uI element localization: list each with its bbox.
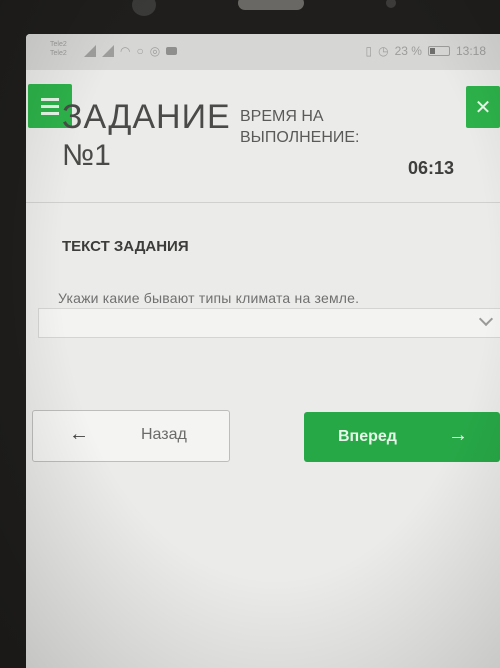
close-button[interactable]: ✕ bbox=[466, 86, 500, 128]
vibrate-icon: ▯ bbox=[365, 44, 373, 58]
arrow-left-icon: ← bbox=[69, 423, 89, 445]
alarm-icon: ◷ bbox=[378, 44, 389, 58]
header-divider bbox=[26, 202, 500, 203]
arrow-right-icon: → bbox=[448, 424, 468, 446]
battery-percent: 23 % bbox=[394, 44, 422, 58]
back-button[interactable]: ← Назад bbox=[32, 410, 230, 462]
whatsapp-icon: ◎ bbox=[149, 44, 161, 58]
close-icon: ✕ bbox=[474, 96, 492, 119]
status-icons-left: ◠ ○ ◎ bbox=[84, 44, 178, 58]
menu-icon bbox=[41, 97, 59, 101]
wifi-icon: ◠ bbox=[120, 44, 131, 58]
answer-select[interactable] bbox=[38, 308, 500, 338]
signal-icon bbox=[84, 45, 96, 57]
status-bar: Tele2 Tele2 ◠ ○ ◎ ▯ ◷ 23 % 13:18 bbox=[26, 34, 500, 70]
search-icon: ○ bbox=[136, 44, 144, 58]
sim-1-label: Tele2 bbox=[50, 41, 67, 48]
next-button-label: Вперед bbox=[338, 428, 397, 445]
next-button[interactable]: Вперед → bbox=[304, 412, 500, 462]
menu-icon-bar bbox=[41, 111, 59, 115]
section-heading: ТЕКСТ ЗАДАНИЯ bbox=[62, 238, 189, 255]
phone-screen: Tele2 Tele2 ◠ ○ ◎ ▯ ◷ 23 % 13:18 ЗАДАНИЕ… bbox=[26, 34, 500, 668]
battery-icon bbox=[427, 46, 450, 56]
sim-operators: Tele2 Tele2 bbox=[50, 40, 67, 58]
task-number: №1 bbox=[62, 139, 111, 172]
menu-icon-bar bbox=[41, 104, 59, 108]
task-title: ЗАДАНИЕ bbox=[62, 98, 231, 136]
time-label: ВРЕМЯ НА ВЫПОЛНЕНИЕ: bbox=[240, 108, 360, 146]
chevron-down-icon bbox=[478, 311, 494, 327]
camera bbox=[132, 0, 156, 16]
youtube-icon bbox=[166, 47, 178, 55]
sim-2-label: Tele2 bbox=[50, 50, 67, 57]
question-text: Укажи какие бывают типы климата на земле… bbox=[58, 290, 360, 306]
clock: 13:18 bbox=[455, 44, 486, 58]
back-button-label: Назад bbox=[141, 426, 187, 443]
sensor bbox=[386, 0, 396, 8]
signal-icon-2 bbox=[102, 45, 114, 57]
timer-value: 06:13 bbox=[408, 158, 455, 178]
status-icons-right: ▯ ◷ 23 % 13:18 bbox=[366, 44, 486, 58]
earpiece-speaker bbox=[238, 0, 304, 10]
